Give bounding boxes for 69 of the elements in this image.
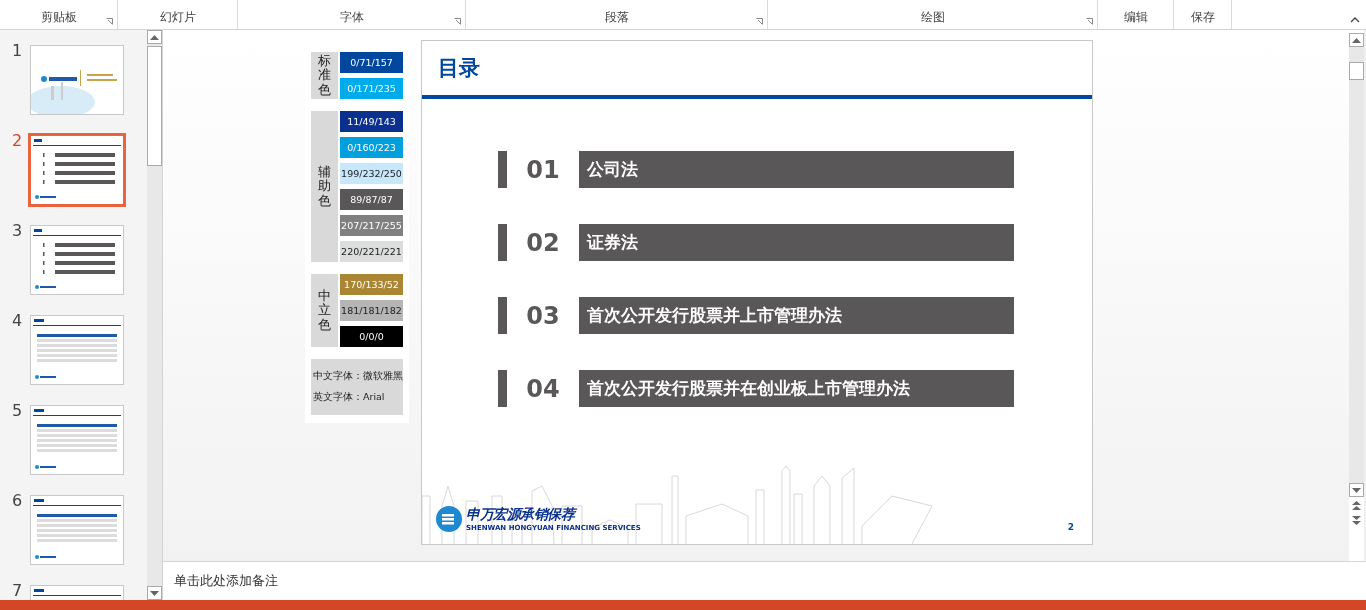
slide-number: 7 [12,583,22,599]
slide-number: 2 [12,133,22,149]
ribbon-group-label: 字体 [339,9,364,26]
scrollbar[interactable] [1349,33,1364,497]
logo-icon [436,506,462,532]
dialog-launcher-icon[interactable] [454,18,461,25]
scroll-up-icon[interactable] [150,34,159,40]
item-number: 02 [525,228,561,257]
font-info-text: 中文字体：微软雅黑 [313,370,401,383]
color-swatch: 0/171/235 [340,78,403,99]
page-number: 2 [1067,522,1074,532]
slide-thumbnail[interactable] [30,45,124,115]
scroll-down-icon[interactable] [150,590,159,596]
slide-thumbnail[interactable] [30,405,124,475]
slide-number: 1 [12,43,22,59]
color-swatch: 0/0/0 [340,326,403,347]
agenda-item: 公司法 [579,151,1014,188]
slide-thumbnail[interactable] [30,315,124,385]
dialog-launcher-icon[interactable] [1086,18,1093,25]
color-swatch: 11/49/143 [340,111,403,132]
item-marker [498,297,507,334]
font-info-text: 英文字体：Arial [313,391,386,404]
slide-thumbnail[interactable] [28,133,126,207]
ribbon-group-label: 幻灯片 [159,9,196,26]
ribbon-group-label: 绘图 [920,9,945,26]
notes-pane[interactable]: 单击此处添加备注 [163,562,1366,600]
item-marker [498,370,507,407]
agenda-item: 首次公开发行股票并上市管理办法 [579,297,1014,334]
color-swatch: 170/133/52 [340,274,403,295]
previous-slide-icon[interactable] [1352,501,1361,510]
ribbon-group-label: 剪贴板 [40,9,77,26]
ribbon-group-label: 编辑 [1123,9,1148,26]
item-marker [498,224,507,261]
item-marker [498,151,507,188]
color-swatch: 89/87/87 [340,189,403,210]
palette-group-label: 标准色 [311,52,338,99]
scroll-thumb[interactable] [147,46,162,166]
slide-number: 5 [12,403,22,419]
logo-text: 申万宏源承销保荐 [466,506,641,524]
agenda-item: 首次公开发行股票并在创业板上市管理办法 [579,370,1014,407]
palette-group-label: 辅助色 [311,111,338,262]
item-number: 03 [525,301,561,330]
slide-thumbnail[interactable] [30,495,124,565]
color-swatch: 181/181/182 [340,300,403,321]
scroll-thumb[interactable] [1349,62,1364,80]
dialog-launcher-icon[interactable] [106,18,113,25]
color-swatch: 0/71/157 [340,52,403,73]
agenda-item: 证券法 [579,224,1014,261]
slide-number: 6 [12,493,22,509]
color-swatch: 0/160/223 [340,137,403,158]
slide-title: 目录 [438,55,480,82]
slide-number: 4 [12,313,22,329]
slide-number: 3 [12,223,22,239]
slide-thumbnail[interactable] [30,225,124,295]
color-swatch: 207/217/255 [340,215,403,236]
dialog-launcher-icon[interactable] [756,18,763,25]
scrollbar[interactable] [147,30,162,600]
notes-placeholder: 单击此处添加备注 [174,572,278,590]
color-swatch: 220/221/221 [340,241,403,262]
ribbon-group-label: 保存 [1190,9,1215,26]
item-number: 01 [525,155,561,184]
ribbon-group-label: 段落 [604,9,629,26]
scroll-down-icon[interactable] [1352,487,1361,493]
next-slide-icon[interactable] [1352,516,1361,525]
collapse-ribbon-icon[interactable] [1350,17,1360,23]
palette-group-label: 中立色 [311,274,338,347]
item-number: 04 [525,374,561,403]
scroll-up-icon[interactable] [1352,37,1361,43]
color-swatch: 199/232/250 [340,163,403,184]
